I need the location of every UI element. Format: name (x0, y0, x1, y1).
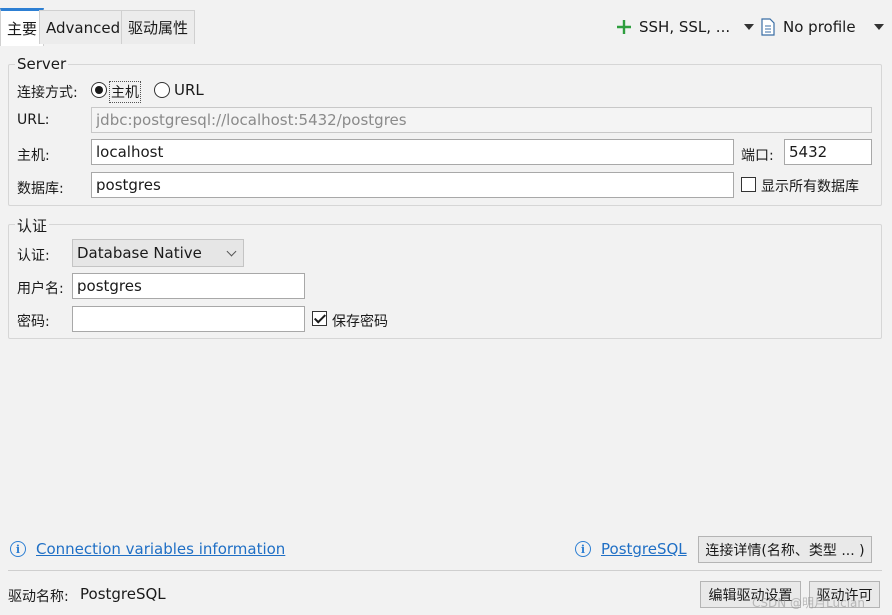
tab-main-label: 主要 (7, 20, 38, 38)
save-password-label[interactable]: 保存密码 (332, 311, 388, 331)
save-password-checkbox[interactable] (312, 311, 327, 326)
username-label: 用户名: (17, 281, 64, 297)
username-field[interactable] (72, 273, 305, 299)
postgresql-link[interactable]: PostgreSQL (601, 540, 687, 558)
connection-variables-link[interactable]: Connection variables information (36, 540, 285, 558)
host-label: 主机: (17, 148, 50, 164)
host-field[interactable] (91, 139, 734, 165)
profile-label: No profile (783, 18, 856, 36)
tab-main[interactable]: 主要 (0, 8, 45, 46)
server-legend: Server (15, 55, 69, 73)
tab-driver-properties[interactable]: 驱动属性 (121, 10, 196, 44)
tab-bar: 主要 Advanced 驱动属性 SSH, SSL, ... No profil… (0, 0, 892, 46)
auth-method-value: Database Native (77, 244, 202, 262)
tab-driver-properties-label: 驱动属性 (128, 19, 189, 37)
connection-details-button[interactable]: 连接详情(名称、类型 ... ) (698, 536, 872, 563)
info-icon: i (10, 541, 26, 557)
password-field[interactable] (72, 306, 305, 332)
radio-host-label[interactable]: 主机 (109, 81, 141, 103)
database-field[interactable] (91, 172, 734, 198)
auth-method-label: 认证: (17, 248, 50, 264)
port-label: 端口: (741, 148, 774, 164)
radio-url-label[interactable]: URL (174, 81, 204, 99)
watermark: CSDN @明月Lucian (752, 596, 865, 610)
port-field[interactable] (784, 139, 872, 165)
radio-host[interactable] (91, 82, 107, 98)
driver-name-value: PostgreSQL (80, 585, 166, 603)
show-all-db-label[interactable]: 显示所有数据库 (761, 176, 859, 196)
auth-method-select[interactable]: Database Native (72, 239, 244, 267)
chevron-down-icon (873, 24, 884, 30)
chevron-down-icon (226, 246, 237, 257)
footer-divider (8, 570, 882, 571)
show-all-db-checkbox[interactable] (741, 177, 756, 192)
url-field[interactable] (91, 107, 872, 133)
document-icon (761, 18, 775, 36)
database-label: 数据库: (17, 181, 64, 197)
plus-icon (617, 20, 631, 34)
chevron-down-icon (744, 24, 755, 30)
radio-url[interactable] (154, 82, 170, 98)
profile-dropdown[interactable]: No profile (760, 14, 884, 40)
auth-legend: 认证 (15, 215, 50, 236)
ssh-ssl-label: SSH, SSL, ... (639, 18, 731, 36)
driver-name-label: 驱动名称: (8, 589, 69, 605)
info-icon: i (575, 541, 591, 557)
connect-mode-label: 连接方式: (17, 85, 78, 101)
password-label: 密码: (17, 314, 50, 330)
ssh-ssl-dropdown[interactable]: SSH, SSL, ... (615, 14, 755, 40)
tab-advanced[interactable]: Advanced (39, 10, 128, 44)
url-label: URL: (17, 112, 50, 128)
tab-advanced-label: Advanced (46, 18, 121, 37)
